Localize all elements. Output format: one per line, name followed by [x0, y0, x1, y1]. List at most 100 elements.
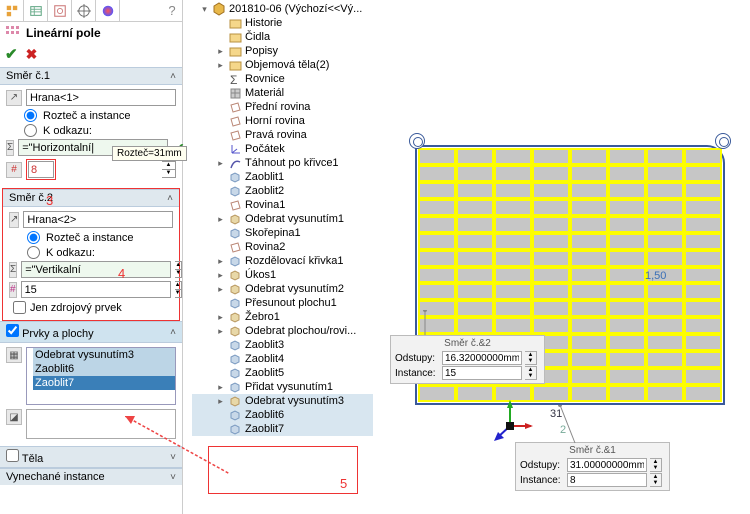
count-icon[interactable]: # — [9, 282, 17, 298]
dir2-radio-ref[interactable]: K odkazu: — [27, 246, 173, 259]
tree-item[interactable]: Přední rovina — [192, 100, 373, 114]
features-icon[interactable]: ▦ — [6, 347, 22, 363]
equation-icon[interactable]: Σ — [6, 140, 14, 156]
tab-features[interactable] — [0, 0, 24, 21]
callout2-spacing-input[interactable] — [442, 351, 522, 365]
tree-item[interactable]: Zaoblit2 — [192, 184, 373, 198]
tree-item[interactable]: ▸Odebrat vysunutím2 — [192, 282, 373, 296]
spinner[interactable]: ▲▼ — [650, 458, 662, 472]
section-features[interactable]: Prvky a plochy ˄ — [0, 321, 182, 343]
tree-item[interactable]: Zaoblit5 — [192, 366, 373, 380]
pattern-instance — [419, 284, 455, 299]
dir2-count-input[interactable] — [21, 281, 171, 298]
chevron-up-icon: ˄ — [170, 71, 176, 82]
callout1-spacing-input[interactable] — [567, 458, 647, 472]
section-direction2[interactable]: Směr č.2 ˄ — [3, 189, 179, 207]
dir2-seed-only[interactable]: Jen zdrojový prvek — [13, 301, 173, 314]
dir2-spacing-spinner[interactable]: ▲▼ — [175, 261, 182, 278]
tab-target[interactable] — [72, 0, 96, 21]
features-checkbox[interactable] — [6, 324, 19, 337]
tree-item[interactable]: Historie — [192, 16, 373, 30]
pattern-instance — [457, 268, 493, 283]
pattern-instance — [533, 386, 569, 401]
callout2-instance-input[interactable] — [442, 366, 522, 380]
tree-item[interactable]: Rovina1 — [192, 198, 373, 212]
tree-root-item[interactable]: ▾ 201810-06 (Výchozí<<Vý... — [192, 2, 373, 16]
tree-item[interactable]: ▸Popisy — [192, 44, 373, 58]
expand-icon[interactable]: ▸ — [216, 214, 225, 225]
tree-item[interactable]: Zaoblit4 — [192, 352, 373, 366]
tree-item[interactable]: ▸Žebro1 — [192, 310, 373, 324]
tab-sketch[interactable] — [48, 0, 72, 21]
expand-icon[interactable]: ▸ — [216, 312, 225, 323]
tree-item[interactable]: ▸Odebrat plochou/rovi... — [192, 324, 373, 338]
pattern-instance — [495, 318, 531, 333]
equation-icon[interactable]: Σ — [9, 262, 17, 278]
tree-item[interactable]: ▸Táhnout po křivce1 — [192, 156, 373, 170]
count-icon[interactable]: # — [6, 162, 22, 178]
expand-icon[interactable]: ▸ — [216, 382, 225, 393]
dir1-radio-spacing[interactable]: Rozteč a instance — [24, 109, 176, 122]
tree-item[interactable]: ▸Rozdělovací křivka1 — [192, 254, 373, 268]
dir2-radio-spacing[interactable]: Rozteč a instance — [27, 231, 173, 244]
tree-item[interactable]: Čidla — [192, 30, 373, 44]
tree-item[interactable]: Přesunout plochu1 — [192, 296, 373, 310]
dir1-radio-ref[interactable]: K odkazu: — [24, 124, 176, 137]
tree-item[interactable]: Počátek — [192, 142, 373, 156]
tree-item[interactable]: Skořepina1 — [192, 226, 373, 240]
expand-icon[interactable]: ▸ — [216, 326, 225, 337]
section-direction1[interactable]: Směr č.1 ˄ — [0, 67, 182, 85]
svg-text:Σ: Σ — [230, 73, 237, 86]
dir1-count-input[interactable] — [28, 161, 54, 178]
ok-button[interactable]: ✔ — [5, 45, 18, 63]
list-item[interactable]: Zaoblit6 — [33, 362, 175, 376]
callout1-instance-input[interactable] — [567, 473, 647, 487]
expand-icon[interactable]: ▸ — [216, 46, 225, 57]
spinner[interactable]: ▲▼ — [525, 351, 537, 365]
tree-item[interactable]: Materiál — [192, 86, 373, 100]
dir1-count-spinner[interactable]: ▲▼ — [162, 161, 176, 178]
screw-hole — [409, 133, 425, 149]
expand-icon[interactable]: ▸ — [216, 284, 225, 295]
direction-icon[interactable]: ↗ — [6, 90, 22, 106]
tree-item[interactable]: Zaoblit1 — [192, 170, 373, 184]
tree-item[interactable]: ▸Odebrat vysunutím1 — [192, 212, 373, 226]
graphics-viewport[interactable]: 1,50 31 2 Směr č.&2 Odstupy:▲▼ Instance:… — [375, 0, 750, 514]
features-listbox[interactable]: Odebrat vysunutím3 Zaoblit6 Zaoblit7 — [26, 347, 176, 405]
direction-icon[interactable]: ↗ — [9, 212, 19, 228]
pattern-instance — [571, 251, 607, 266]
tree-item[interactable]: Horní rovina — [192, 114, 373, 128]
tree-item[interactable]: ΣRovnice — [192, 72, 373, 86]
cancel-button[interactable]: ✖ — [26, 46, 38, 63]
expand-icon[interactable]: ▸ — [216, 270, 225, 281]
feature-icon: Σ — [228, 72, 242, 86]
expand-icon[interactable]: ▸ — [216, 256, 225, 267]
pattern-instance — [685, 268, 721, 283]
spinner[interactable]: ▲▼ — [525, 366, 537, 380]
pattern-instance — [647, 335, 683, 350]
collapse-icon[interactable]: ▾ — [200, 4, 209, 15]
bodies-checkbox[interactable] — [6, 449, 19, 462]
tree-item[interactable]: ▸Objemová těla(2) — [192, 58, 373, 72]
list-item[interactable]: Odebrat vysunutím3 — [33, 348, 175, 362]
tree-item[interactable]: ▸Úkos1 — [192, 268, 373, 282]
direction1-edge-input[interactable] — [26, 89, 176, 106]
tree-item[interactable]: Rovina2 — [192, 240, 373, 254]
expand-icon[interactable]: ▸ — [216, 158, 225, 169]
list-item[interactable]: Zaoblit7 — [33, 376, 175, 390]
tab-display[interactable] — [24, 0, 48, 21]
tree-item[interactable]: Pravá rovina — [192, 128, 373, 142]
faces-icon[interactable]: ◪ — [6, 409, 22, 425]
tree-item[interactable]: ▸Odebrat vysunutím3 — [192, 394, 373, 408]
pattern-instance — [609, 149, 645, 164]
dir2-count-spinner[interactable]: ▲▼ — [175, 281, 182, 298]
expand-icon[interactable]: ▸ — [216, 396, 225, 407]
tab-appearance[interactable] — [96, 0, 120, 21]
tree-item[interactable]: Zaoblit3 — [192, 338, 373, 352]
spinner[interactable]: ▲▼ — [650, 473, 662, 487]
direction2-edge-input[interactable] — [23, 211, 173, 228]
expand-icon[interactable]: ▸ — [216, 60, 225, 71]
dir2-spacing-input[interactable] — [21, 261, 171, 278]
tree-item[interactable]: ▸Přidat vysunutím1 — [192, 380, 373, 394]
help-icon[interactable]: ? — [162, 0, 182, 21]
